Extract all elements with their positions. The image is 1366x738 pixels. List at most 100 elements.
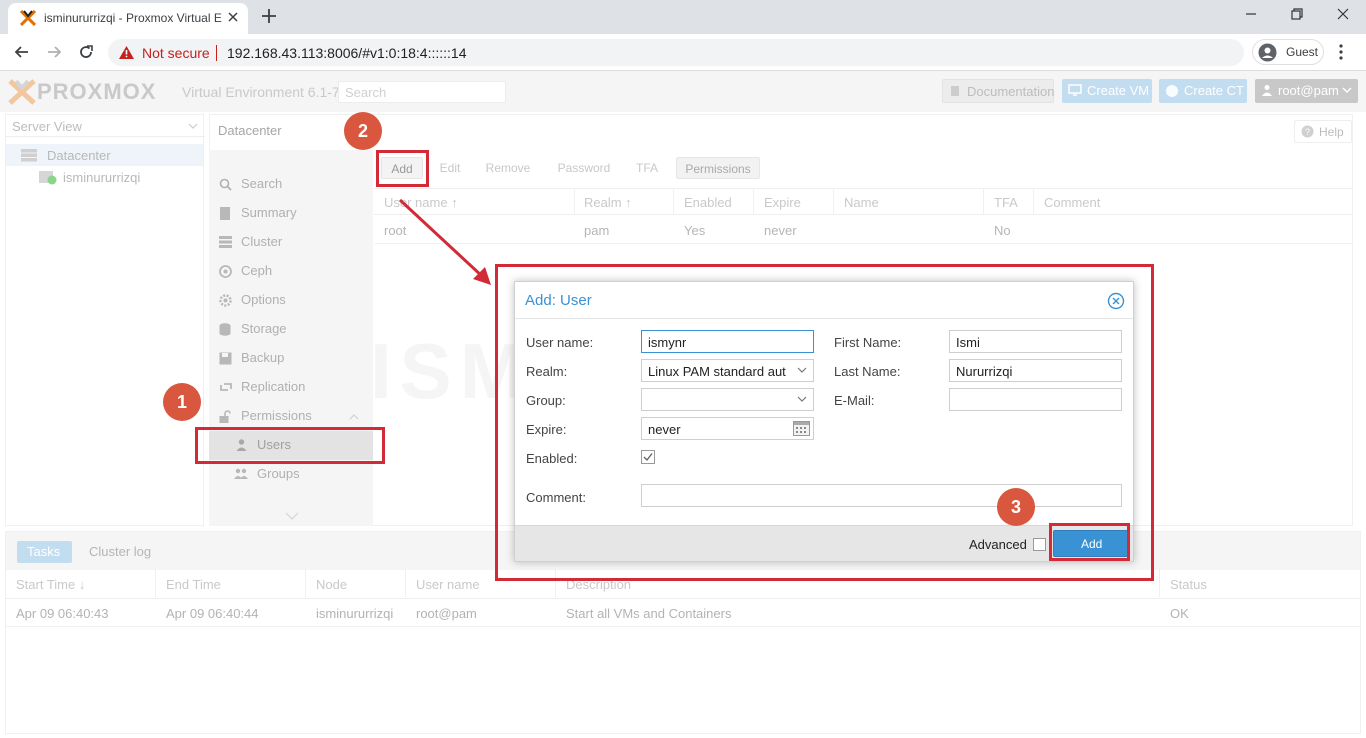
help-icon: ? — [1301, 125, 1314, 138]
cell-status: OK — [1170, 606, 1189, 621]
floppy-icon — [219, 352, 232, 365]
column-header[interactable]: Comment — [1044, 195, 1100, 210]
nav-item-ceph[interactable]: Ceph — [209, 257, 373, 286]
users-grid-header: User name ↑ Realm ↑ Enabled Expire Name … — [374, 188, 1353, 215]
help-button[interactable]: ? Help — [1294, 120, 1352, 143]
browser-tabstrip: isminururrizqi - Proxmox Virtual E — [0, 0, 1366, 34]
table-row[interactable]: root pam Yes never No — [374, 216, 1353, 244]
close-tab-icon[interactable] — [226, 10, 240, 24]
nav-item-groups[interactable]: Groups — [209, 460, 373, 489]
password-button[interactable]: Password — [551, 157, 617, 179]
create-vm-label: Create VM — [1087, 83, 1150, 98]
profile-button[interactable]: Guest — [1252, 39, 1324, 65]
pve-header: PROXMOX Virtual Environment 6.1-7 Search… — [0, 71, 1366, 112]
warning-icon[interactable] — [118, 45, 135, 60]
column-header[interactable]: Status — [1170, 577, 1207, 592]
column-separator — [405, 569, 406, 597]
tfa-button[interactable]: TFA — [630, 157, 664, 179]
user-icon — [1261, 84, 1273, 96]
edit-button[interactable]: Edit — [434, 157, 466, 179]
step-badge-2: 2 — [344, 112, 382, 150]
nav-item-summary[interactable]: Summary — [209, 199, 373, 228]
tree-label: Datacenter — [47, 148, 111, 163]
column-header[interactable]: Start Time ↓ — [16, 577, 85, 592]
users-icon — [234, 468, 249, 480]
column-header[interactable]: Node — [316, 577, 347, 592]
book-icon — [219, 207, 231, 220]
remove-button[interactable]: Remove — [479, 157, 537, 179]
header-search-input[interactable]: Search — [338, 81, 506, 103]
more-menu-icon[interactable] — [1338, 44, 1344, 60]
add-button-highlight-box — [1049, 523, 1130, 561]
minimize-icon[interactable] — [1243, 6, 1259, 22]
chevron-up-icon[interactable] — [349, 413, 359, 420]
tab-cluster-log[interactable]: Cluster log — [89, 544, 151, 559]
nav-item-storage[interactable]: Storage — [209, 315, 373, 344]
nav-item-backup[interactable]: Backup — [209, 344, 373, 373]
tree-item-datacenter[interactable]: Datacenter — [6, 144, 203, 166]
tab-tasks[interactable]: Tasks — [17, 541, 72, 563]
column-header[interactable]: Expire — [764, 195, 801, 210]
forward-icon[interactable] — [44, 42, 64, 62]
chevron-down-icon[interactable] — [285, 512, 299, 520]
documentation-label: Documentation — [967, 84, 1055, 99]
view-selector[interactable]: Server View — [6, 115, 205, 137]
cell-start-time: Apr 09 06:40:43 — [16, 606, 109, 621]
permissions-button[interactable]: Permissions — [676, 157, 760, 179]
omnibox-separator — [216, 45, 217, 61]
chevron-down-icon — [188, 122, 198, 130]
cell-realm: pam — [584, 223, 610, 238]
column-header[interactable]: Enabled — [684, 195, 732, 210]
close-window-icon[interactable] — [1335, 6, 1351, 22]
browser-tab[interactable]: isminururrizqi - Proxmox Virtual E — [8, 3, 248, 34]
nav-label: Replication — [241, 379, 306, 394]
address-bar[interactable]: Not secure 192.168.43.113:8006/#v1:0:18:… — [108, 39, 1244, 66]
create-vm-button[interactable]: Create VM — [1062, 79, 1152, 103]
nav-item-options[interactable]: Options — [209, 286, 373, 315]
server-icon — [21, 149, 37, 162]
nav-item-search[interactable]: Search — [209, 170, 373, 199]
profile-label: Guest — [1286, 45, 1319, 59]
gear-icon — [219, 294, 232, 307]
nav-label: Cluster — [241, 234, 283, 249]
nav-item-replication[interactable]: Replication — [209, 373, 373, 402]
column-separator — [753, 189, 754, 215]
user-label: root@pam — [1278, 83, 1339, 98]
proxmox-logo-icon — [8, 79, 36, 105]
cell-expire: never — [764, 223, 797, 238]
product-version: Virtual Environment 6.1-7 — [182, 84, 340, 100]
url-text[interactable]: 192.168.43.113:8006/#v1:0:18:4::::::14 — [227, 45, 467, 61]
nav-label: Options — [241, 292, 286, 307]
reload-icon[interactable] — [76, 42, 96, 62]
new-tab-icon[interactable] — [260, 7, 278, 25]
server-icon — [219, 236, 232, 248]
step-badge-1: 1 — [163, 383, 201, 421]
column-header[interactable]: User name — [416, 577, 480, 592]
column-separator — [1033, 189, 1034, 215]
restore-icon[interactable] — [1289, 6, 1305, 22]
create-ct-button[interactable]: Create CT — [1159, 79, 1247, 103]
column-header[interactable]: Realm ↑ — [584, 195, 632, 210]
column-separator — [1159, 569, 1160, 597]
help-label: Help — [1319, 125, 1344, 139]
not-secure-label[interactable]: Not secure — [142, 45, 210, 61]
column-header[interactable]: End Time — [166, 577, 221, 592]
documentation-button[interactable]: Documentation — [942, 79, 1054, 103]
tab-label: Tasks — [27, 544, 61, 559]
avatar-icon — [1258, 43, 1277, 62]
column-header[interactable]: Name — [844, 195, 879, 210]
node-online-icon — [38, 170, 57, 185]
nav-item-cluster[interactable]: Cluster — [209, 228, 373, 257]
user-menu-button[interactable]: root@pam — [1255, 79, 1358, 103]
nav-label: Ceph — [241, 263, 273, 278]
logo-text: PROXMOX — [37, 79, 157, 104]
column-header[interactable]: TFA — [994, 195, 1018, 210]
column-separator — [305, 569, 306, 597]
page-title: Datacenter — [218, 123, 282, 138]
column-separator — [574, 189, 575, 215]
view-label: Server View — [12, 119, 82, 134]
nav-label: Summary — [241, 205, 297, 220]
back-icon[interactable] — [12, 42, 32, 62]
search-icon — [219, 178, 232, 191]
tree-item-node[interactable]: isminururrizqi — [6, 166, 203, 188]
